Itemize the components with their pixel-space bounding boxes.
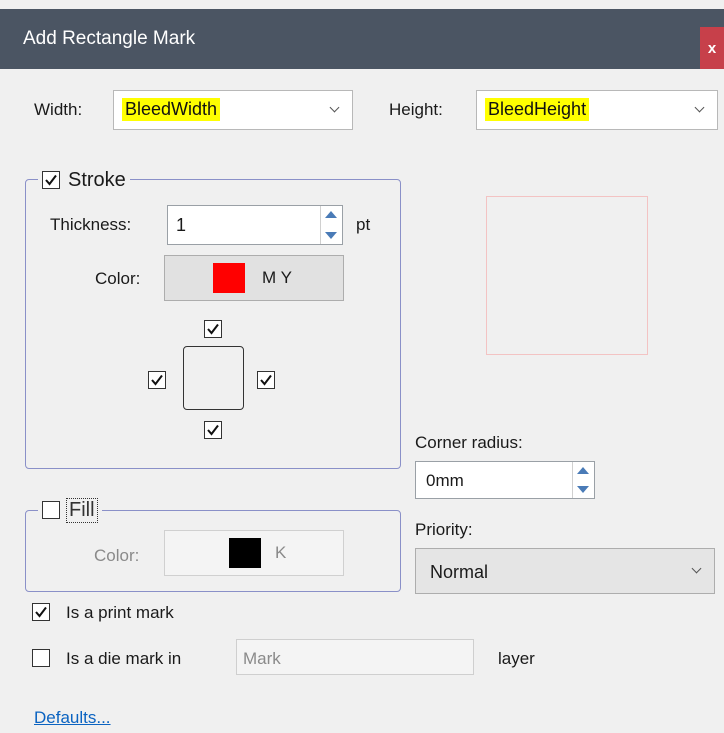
checkmark-icon [45, 174, 57, 186]
stroke-label: Stroke [68, 168, 126, 191]
height-select[interactable]: BleedHeight [476, 90, 718, 130]
checkmark-icon [151, 374, 163, 386]
priority-select[interactable]: Normal [415, 548, 715, 594]
stroke-color-name: M Y [262, 268, 292, 287]
close-button[interactable]: x [700, 27, 724, 69]
die-mark-label: Is a die mark in [66, 649, 182, 668]
height-value: BleedHeight [485, 98, 590, 121]
spin-up-icon[interactable] [325, 211, 337, 218]
width-value: BleedWidth [122, 98, 221, 121]
stroke-color-button[interactable]: M Y [164, 255, 344, 301]
fill-color-name: K [275, 543, 287, 562]
height-label: Height: [389, 100, 443, 119]
stroke-bottom-checkbox[interactable] [204, 421, 222, 439]
die-mark-layer-placeholder: Mark [243, 649, 281, 668]
thickness-unit: pt [356, 215, 371, 234]
width-select[interactable]: BleedWidth [113, 90, 353, 130]
stroke-legend: Stroke [38, 166, 130, 194]
priority-value: Normal [430, 562, 489, 582]
die-mark-suffix: layer [498, 649, 535, 668]
thickness-value: 1 [176, 215, 187, 235]
stroke-top-checkbox[interactable] [204, 320, 222, 338]
defaults-link[interactable]: Defaults... [34, 708, 111, 728]
width-label: Width: [34, 100, 83, 119]
thickness-label: Thickness: [50, 215, 132, 234]
checkmark-icon [35, 606, 47, 618]
fill-color-label: Color: [94, 546, 140, 565]
die-mark-layer-input[interactable]: Mark [236, 639, 474, 675]
checkmark-icon [207, 323, 219, 335]
stroke-right-checkbox[interactable] [257, 371, 275, 389]
checkmark-icon [207, 424, 219, 436]
chevron-down-icon [691, 563, 702, 574]
rectangle-preview [486, 196, 648, 355]
die-mark-checkbox[interactable] [32, 649, 50, 667]
title-bar: Add Rectangle Mark x [0, 9, 724, 69]
print-mark-label: Is a print mark [66, 603, 174, 622]
spin-up-icon[interactable] [577, 467, 589, 474]
corner-radius-input[interactable]: 0mm [415, 461, 595, 499]
checkmark-icon [260, 374, 272, 386]
stroke-checkbox[interactable] [42, 171, 60, 189]
fill-color-button[interactable]: K [164, 530, 344, 576]
corner-radius-spinner[interactable] [572, 462, 594, 498]
stroke-left-checkbox[interactable] [148, 371, 166, 389]
thickness-spinner[interactable] [320, 206, 342, 244]
chevron-down-icon [694, 102, 705, 113]
spin-down-icon[interactable] [577, 486, 589, 493]
fill-label: Fill [66, 497, 98, 523]
thickness-input[interactable]: 1 [167, 205, 343, 245]
fill-color-swatch [229, 538, 261, 568]
corner-radius-value: 0mm [426, 471, 464, 490]
corner-radius-label: Corner radius: [415, 433, 523, 452]
stroke-color-label: Color: [95, 269, 141, 288]
fill-legend: Fill [38, 496, 102, 524]
fill-checkbox[interactable] [42, 501, 60, 519]
close-icon: x [707, 39, 717, 57]
chevron-down-icon [329, 102, 340, 113]
print-mark-checkbox[interactable] [32, 603, 50, 621]
stroke-color-swatch [213, 263, 245, 293]
dialog-title: Add Rectangle Mark [23, 28, 196, 49]
priority-label: Priority: [415, 520, 473, 539]
stroke-side-preview [183, 346, 244, 410]
spin-down-icon[interactable] [325, 232, 337, 239]
